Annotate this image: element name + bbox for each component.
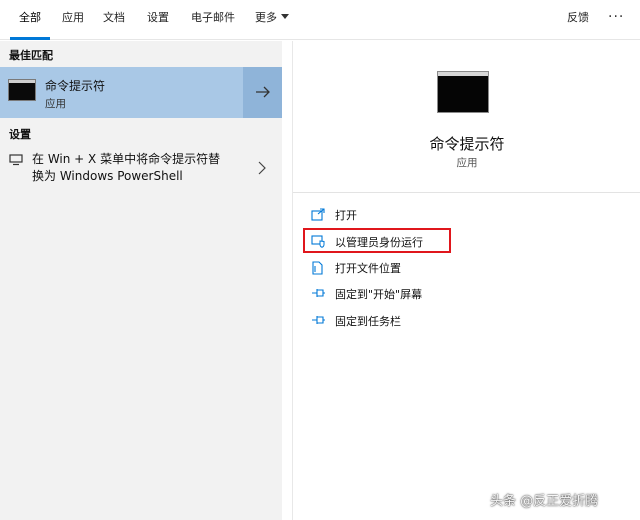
divider (293, 192, 640, 193)
action-pin-to-start-label: 固定到"开始"屏幕 (335, 288, 423, 301)
expand-details-button[interactable] (243, 67, 282, 118)
best-match-subtitle: 应用 (45, 98, 66, 110)
action-open-file-location[interactable]: 打开文件位置 (311, 258, 511, 278)
open-icon (311, 208, 325, 221)
details-panel: 命令提示符 应用 打开 以管理员身份运行 打开文件位置 固定到"开始"屏幕 固定… (292, 41, 640, 520)
tab-all[interactable]: 全部 (10, 0, 50, 40)
monitor-icon (9, 154, 23, 166)
search-filter-bar: 全部 应用 文档 设置 电子邮件 更多 反馈 ··· (0, 0, 640, 40)
command-prompt-icon (8, 79, 36, 101)
setting-result-label: 在 Win + X 菜单中将命令提示符替 换为 Windows PowerShe… (32, 151, 220, 185)
action-pin-to-start[interactable]: 固定到"开始"屏幕 (311, 284, 511, 304)
results-panel: 最佳匹配 命令提示符 应用 设置 在 Win + X 菜单中将命令提示符替 换为… (0, 41, 282, 520)
setting-result-item[interactable]: 在 Win + X 菜单中将命令提示符替 换为 Windows PowerShe… (0, 147, 282, 191)
pin-icon (312, 289, 325, 297)
action-pin-to-taskbar[interactable]: 固定到任务栏 (311, 311, 511, 331)
watermark: 头条 @反正爱折腾 (490, 494, 599, 509)
command-prompt-large-icon (437, 71, 489, 113)
action-open-label: 打开 (335, 209, 357, 222)
app-subtitle: 应用 (456, 157, 478, 169)
settings-header: 设置 (9, 128, 31, 141)
feedback-button[interactable]: 反馈 (567, 0, 589, 36)
file-location-icon (312, 261, 323, 275)
action-open-file-location-label: 打开文件位置 (335, 262, 401, 275)
tab-more-label: 更多 (255, 11, 277, 24)
best-match-header: 最佳匹配 (9, 49, 53, 62)
best-match-item: 命令提示符 应用 (0, 67, 282, 118)
setting-line-2: 换为 Windows PowerShell (32, 169, 183, 183)
shield-icon (311, 235, 325, 248)
pin-icon (312, 316, 325, 324)
action-open[interactable]: 打开 (311, 205, 511, 225)
arrow-right-icon (256, 86, 270, 98)
action-run-as-admin[interactable]: 以管理员身份运行 (311, 232, 511, 252)
tab-more[interactable]: 更多 (250, 0, 294, 40)
chevron-down-icon (281, 14, 289, 19)
more-options-button[interactable]: ··· (608, 0, 624, 36)
action-run-as-admin-label: 以管理员身份运行 (335, 236, 423, 249)
tab-apps[interactable]: 应用 (56, 0, 90, 40)
chevron-right-icon (258, 161, 266, 175)
tab-documents[interactable]: 文档 (97, 0, 131, 40)
action-pin-to-taskbar-label: 固定到任务栏 (335, 315, 401, 328)
tab-email[interactable]: 电子邮件 (185, 0, 241, 40)
setting-line-1: 在 Win + X 菜单中将命令提示符替 (32, 152, 221, 166)
best-match-title: 命令提示符 (45, 79, 106, 93)
best-match-open[interactable]: 命令提示符 应用 (0, 67, 242, 118)
app-title: 命令提示符 (429, 135, 505, 153)
tab-settings[interactable]: 设置 (141, 0, 175, 40)
